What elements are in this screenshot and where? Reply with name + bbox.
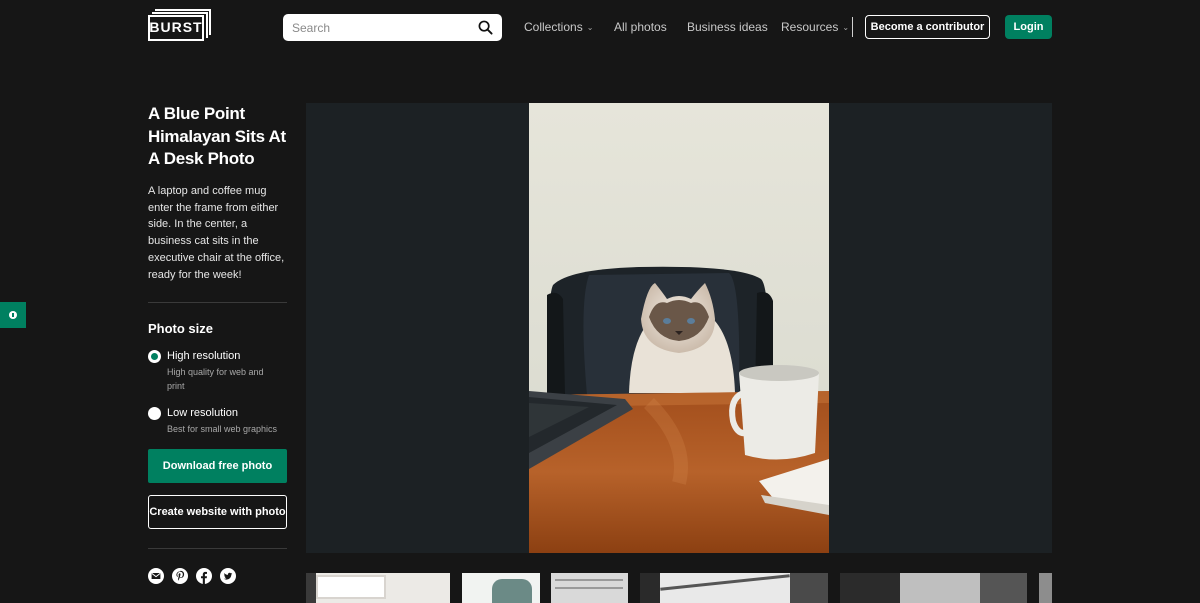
high-resolution-label[interactable]: High resolution <box>167 350 240 362</box>
logo-text: BURST <box>149 19 203 35</box>
thumbnail-detail <box>555 579 623 581</box>
create-website-button[interactable]: Create website with photo <box>148 495 287 529</box>
nav-collections[interactable]: Collections ⌄ <box>524 0 593 54</box>
nav-business-ideas[interactable]: Business ideas <box>687 0 768 54</box>
thumbnail[interactable] <box>1039 573 1052 603</box>
radio-low-resolution[interactable] <box>148 407 161 420</box>
thumbnail-detail <box>492 579 532 603</box>
low-resolution-label[interactable]: Low resolution <box>167 407 238 419</box>
thumbnail[interactable] <box>306 573 450 603</box>
photo-size-heading: Photo size <box>148 321 214 336</box>
divider <box>148 302 287 303</box>
main-photo[interactable] <box>529 103 829 553</box>
thumbnail-detail <box>980 573 1027 603</box>
photo-description: A laptop and coffee mug enter the frame … <box>148 185 285 281</box>
nav-all-photos-label: All photos <box>614 20 667 34</box>
pinterest-icon[interactable] <box>172 568 188 584</box>
facebook-icon[interactable] <box>196 568 212 584</box>
thumbnail-detail <box>555 587 623 589</box>
thumbnail[interactable] <box>551 573 628 603</box>
chevron-down-icon: ⌄ <box>586 22 594 32</box>
high-resolution-sublabel: High quality for web and print <box>167 367 264 391</box>
radio-high-resolution[interactable] <box>148 350 161 363</box>
thumbnail-detail <box>316 575 386 599</box>
login-button[interactable]: Login <box>1005 15 1052 39</box>
thumbnail[interactable] <box>462 573 540 603</box>
nav-collections-label: Collections <box>524 20 583 34</box>
search-icon[interactable] <box>478 20 493 35</box>
photo-title: A Blue Point Himalayan Sits At A Desk Ph… <box>148 104 286 168</box>
thumbnail-detail <box>840 573 900 603</box>
burst-logo[interactable]: BURST <box>148 9 211 43</box>
thumbnail-detail <box>640 573 660 603</box>
info-icon <box>9 311 17 319</box>
email-icon[interactable] <box>148 568 164 584</box>
nav-resources-label: Resources <box>781 20 839 34</box>
thumbnail-detail <box>660 574 790 591</box>
become-contributor-button[interactable]: Become a contributor <box>865 15 990 39</box>
feedback-tab[interactable] <box>0 302 26 328</box>
thumbnail[interactable] <box>640 573 828 603</box>
twitter-icon[interactable] <box>220 568 236 584</box>
nav-all-photos[interactable]: All photos <box>614 0 667 54</box>
low-resolution-sublabel: Best for small web graphics <box>167 424 278 434</box>
nav-divider <box>852 17 853 37</box>
search-input[interactable] <box>283 14 463 41</box>
nav-business-ideas-label: Business ideas <box>687 20 768 34</box>
cat-at-desk-image <box>529 103 829 553</box>
nav-resources[interactable]: Resources ⌄ <box>781 0 849 54</box>
chevron-down-icon: ⌄ <box>842 22 850 32</box>
download-free-photo-button[interactable]: Download free photo <box>148 449 287 483</box>
thumbnail-detail <box>790 573 828 603</box>
thumbnail-detail <box>306 573 316 603</box>
search-bar[interactable] <box>283 14 502 41</box>
divider <box>148 548 287 549</box>
thumbnail[interactable] <box>840 573 1027 603</box>
